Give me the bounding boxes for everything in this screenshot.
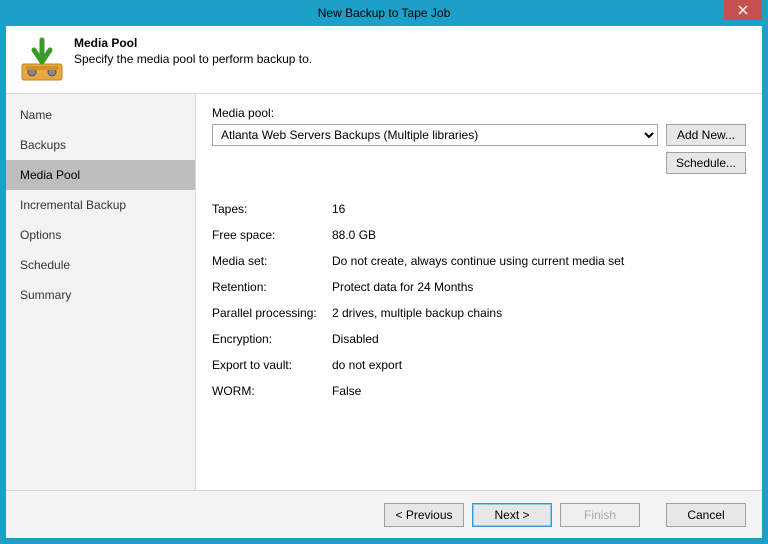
- detail-key: Tapes:: [212, 202, 332, 216]
- sidebar-item-incremental-backup[interactable]: Incremental Backup: [6, 190, 195, 220]
- wizard-header: Media Pool Specify the media pool to per…: [6, 26, 762, 93]
- sidebar-item-summary[interactable]: Summary: [6, 280, 195, 310]
- close-button[interactable]: [724, 0, 762, 20]
- schedule-button[interactable]: Schedule...: [666, 152, 746, 174]
- window-title: New Backup to Tape Job: [6, 6, 762, 20]
- detail-key: Encryption:: [212, 332, 332, 346]
- detail-value: Protect data for 24 Months: [332, 280, 746, 294]
- page-subtitle: Specify the media pool to perform backup…: [74, 52, 312, 66]
- media-pool-label: Media pool:: [212, 106, 746, 120]
- detail-key: WORM:: [212, 384, 332, 398]
- media-pool-select[interactable]: Atlanta Web Servers Backups (Multiple li…: [212, 124, 658, 146]
- titlebar: New Backup to Tape Job: [6, 0, 762, 26]
- next-button[interactable]: Next >: [472, 503, 552, 527]
- pool-details: Tapes:16Free space:88.0 GBMedia set:Do n…: [212, 202, 746, 398]
- tape-icon: [18, 36, 66, 84]
- detail-value: Disabled: [332, 332, 746, 346]
- wizard-sidebar: NameBackupsMedia PoolIncremental BackupO…: [6, 94, 196, 490]
- page-title: Media Pool: [74, 36, 312, 50]
- detail-value: 2 drives, multiple backup chains: [332, 306, 746, 320]
- sidebar-item-schedule[interactable]: Schedule: [6, 250, 195, 280]
- detail-key: Retention:: [212, 280, 332, 294]
- wizard-footer: < Previous Next > Finish Cancel: [6, 490, 762, 538]
- detail-key: Parallel processing:: [212, 306, 332, 320]
- sidebar-item-name[interactable]: Name: [6, 100, 195, 130]
- cancel-button[interactable]: Cancel: [666, 503, 746, 527]
- detail-value: 88.0 GB: [332, 228, 746, 242]
- finish-button[interactable]: Finish: [560, 503, 640, 527]
- sidebar-item-media-pool[interactable]: Media Pool: [6, 160, 195, 190]
- sidebar-item-options[interactable]: Options: [6, 220, 195, 250]
- detail-value: Do not create, always continue using cur…: [332, 254, 746, 268]
- detail-value: do not export: [332, 358, 746, 372]
- main-panel: Media pool: Atlanta Web Servers Backups …: [196, 94, 762, 490]
- detail-value: False: [332, 384, 746, 398]
- previous-button[interactable]: < Previous: [384, 503, 464, 527]
- close-icon: [738, 5, 748, 15]
- detail-key: Media set:: [212, 254, 332, 268]
- detail-key: Export to vault:: [212, 358, 332, 372]
- sidebar-item-backups[interactable]: Backups: [6, 130, 195, 160]
- detail-key: Free space:: [212, 228, 332, 242]
- add-new-button[interactable]: Add New...: [666, 124, 746, 146]
- detail-value: 16: [332, 202, 746, 216]
